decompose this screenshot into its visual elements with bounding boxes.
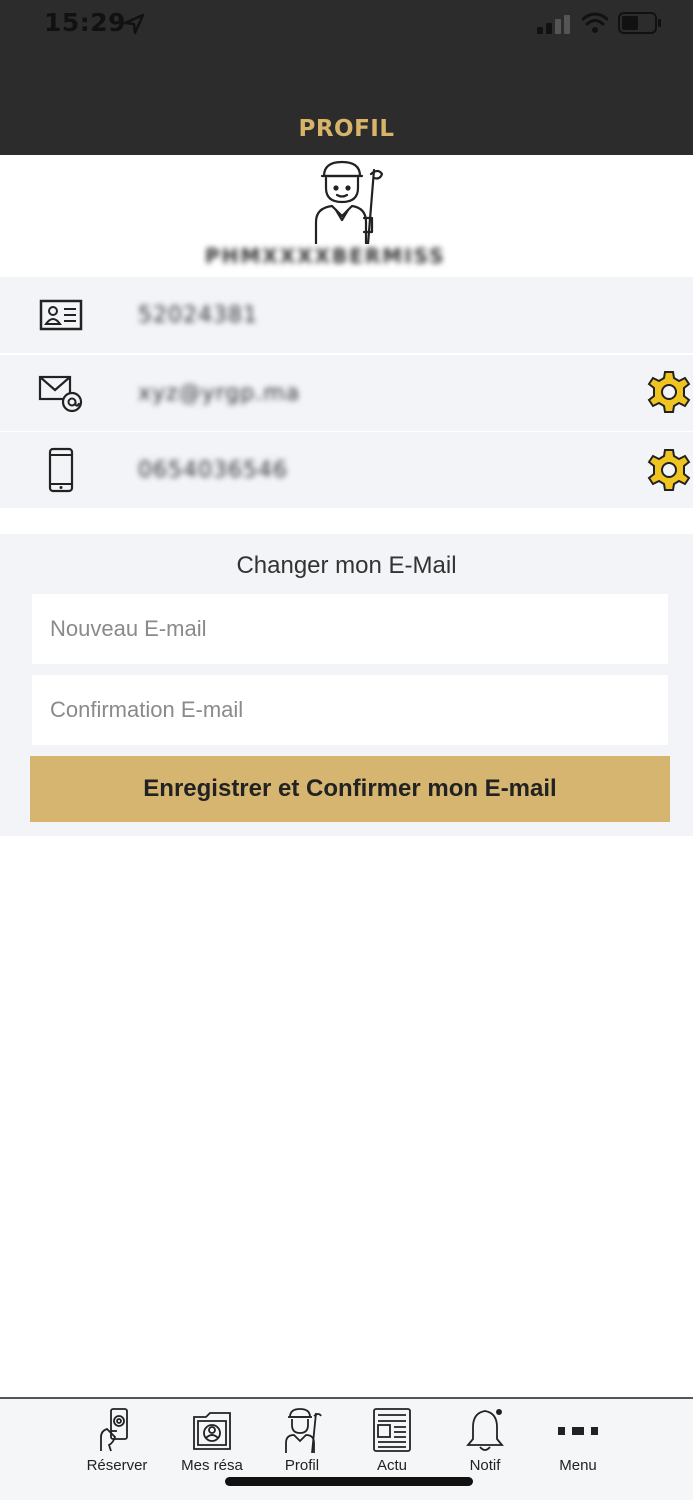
news-icon bbox=[373, 1408, 411, 1452]
top-header: 15:29 PROFIL bbox=[0, 0, 693, 155]
cellular-signal-icon bbox=[537, 15, 570, 34]
reserve-icon bbox=[100, 1408, 128, 1452]
change-email-title: Changer mon E-Mail bbox=[236, 552, 457, 579]
tab-label: Menu bbox=[559, 1457, 597, 1474]
member-id-value: 52024381 bbox=[138, 303, 258, 328]
tab-label: Mes résa bbox=[181, 1457, 243, 1474]
confirm-email-input[interactable] bbox=[32, 675, 668, 745]
phone-row: 0654036546 bbox=[0, 432, 693, 508]
tab-profil[interactable]: Profil bbox=[257, 1407, 347, 1477]
battery-icon bbox=[618, 12, 661, 34]
tab-label: Profil bbox=[284, 1457, 320, 1474]
tab-notif[interactable]: Notif bbox=[440, 1407, 530, 1477]
tab-label: Réserver bbox=[86, 1457, 148, 1474]
save-confirm-email-button[interactable]: Enregistrer et Confirmer mon E-mail bbox=[30, 756, 670, 822]
mobile-phone-icon bbox=[48, 447, 74, 493]
tab-mes-resa[interactable]: Mes résa bbox=[167, 1407, 257, 1477]
tab-reserver[interactable]: Réserver bbox=[72, 1407, 162, 1477]
phone-value: 0654036546 bbox=[138, 458, 288, 483]
new-email-input[interactable] bbox=[32, 594, 668, 664]
profile-name: PHMXXXXBERMISS bbox=[205, 244, 446, 268]
email-row: xyz@yrgp.ma bbox=[0, 355, 693, 431]
more-icon bbox=[558, 1427, 598, 1435]
tab-actu[interactable]: Actu bbox=[347, 1407, 437, 1477]
email-value: xyz@yrgp.ma bbox=[138, 381, 301, 406]
id-card-icon bbox=[39, 299, 83, 331]
email-icon bbox=[38, 375, 83, 413]
bell-icon bbox=[466, 1409, 504, 1451]
bookings-icon bbox=[193, 1412, 231, 1450]
member-id-row: 52024381 bbox=[0, 277, 693, 353]
email-settings-gear-icon[interactable] bbox=[646, 369, 692, 415]
tab-label: Actu bbox=[376, 1457, 407, 1474]
tab-label: Notif bbox=[469, 1457, 501, 1474]
golfer-icon bbox=[285, 1408, 322, 1453]
home-indicator[interactable] bbox=[225, 1477, 473, 1486]
change-email-panel: Changer mon E-Mail Enregistrer et Confir… bbox=[0, 534, 693, 836]
status-time: 15:29 bbox=[44, 8, 127, 37]
page-title: PROFIL bbox=[298, 116, 395, 142]
status-bar: 15:29 bbox=[0, 0, 693, 48]
phone-settings-gear-icon[interactable] bbox=[646, 447, 692, 493]
wifi-icon bbox=[582, 12, 608, 33]
location-arrow-icon bbox=[123, 13, 145, 35]
tab-menu[interactable]: Menu bbox=[533, 1407, 623, 1477]
golfer-avatar-icon bbox=[314, 160, 384, 244]
